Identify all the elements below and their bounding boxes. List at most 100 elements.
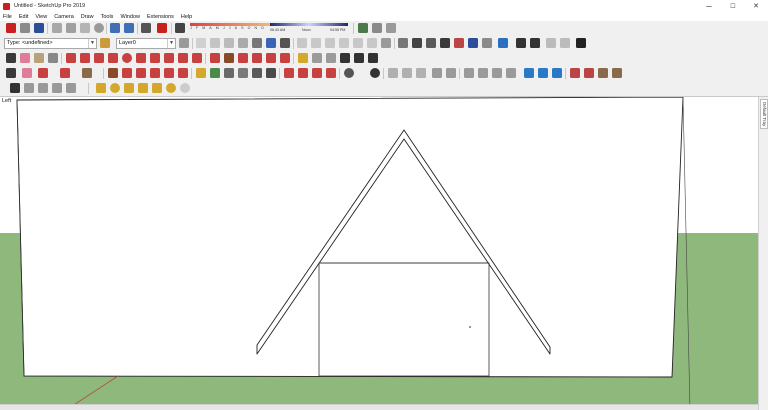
play-icon[interactable] xyxy=(516,38,526,48)
tape-measure-tool-icon[interactable] xyxy=(196,68,206,78)
outliner-icon[interactable] xyxy=(432,68,442,78)
left-view-icon[interactable] xyxy=(367,38,377,48)
arc-dropdown-icon[interactable] xyxy=(60,68,70,78)
position-camera-icon[interactable] xyxy=(426,38,436,48)
pie-tool-icon[interactable] xyxy=(192,53,202,63)
follow-me-tool-icon[interactable] xyxy=(164,68,174,78)
monochrome-icon[interactable] xyxy=(280,38,290,48)
move-icon[interactable] xyxy=(122,68,132,78)
layer-manager-icon[interactable] xyxy=(179,38,189,48)
three-point-arc-icon[interactable] xyxy=(178,53,188,63)
solid-subtract-icon[interactable] xyxy=(152,83,162,93)
hidden-line-icon[interactable] xyxy=(238,38,248,48)
extension-warehouse-icon[interactable] xyxy=(386,23,396,33)
axes-tool-icon[interactable] xyxy=(326,53,336,63)
undo-icon[interactable] xyxy=(110,23,120,33)
follow-me-icon[interactable] xyxy=(252,53,262,63)
scale-tool-icon[interactable] xyxy=(266,53,276,63)
profile-icon[interactable] xyxy=(344,68,354,78)
cut-icon[interactable] xyxy=(52,23,62,33)
cloud-icon[interactable] xyxy=(416,68,426,78)
next-scene-icon[interactable] xyxy=(560,38,570,48)
sandbox-icon[interactable] xyxy=(454,38,464,48)
warehouse-icon[interactable] xyxy=(358,23,368,33)
section-display-icon[interactable] xyxy=(552,68,562,78)
shaded-textures-icon[interactable] xyxy=(266,38,276,48)
layer-selector[interactable]: Layer0 ▼ xyxy=(116,38,176,49)
erase-icon[interactable] xyxy=(94,23,104,33)
smoove-icon[interactable] xyxy=(598,68,608,78)
shaded-icon[interactable] xyxy=(252,38,262,48)
layout-icon[interactable] xyxy=(498,38,508,48)
fog-icon[interactable] xyxy=(478,68,488,78)
freehand-tool-icon[interactable] xyxy=(80,53,90,63)
menu-edit[interactable]: Edit xyxy=(19,14,28,20)
match-photo-icon[interactable] xyxy=(398,38,408,48)
redo-icon[interactable] xyxy=(124,23,134,33)
shapes-dropdown-icon[interactable] xyxy=(82,68,92,78)
eraser-tool-icon[interactable] xyxy=(20,53,30,63)
walk-icon[interactable] xyxy=(440,38,450,48)
extension-manager-icon[interactable] xyxy=(326,68,336,78)
share-component-icon[interactable] xyxy=(312,68,322,78)
soften-edges-icon[interactable] xyxy=(492,68,502,78)
line-tool-icon[interactable] xyxy=(66,53,76,63)
back-view-icon[interactable] xyxy=(353,38,363,48)
dynamic-components-icon[interactable] xyxy=(66,83,76,93)
solid-union-icon[interactable] xyxy=(138,83,148,93)
styles-icon[interactable] xyxy=(464,68,474,78)
xray-icon[interactable] xyxy=(196,38,206,48)
warehouse-upload-icon[interactable] xyxy=(52,83,62,93)
3d-text-icon[interactable] xyxy=(368,53,378,63)
stamp-icon[interactable] xyxy=(612,68,622,78)
protractor-icon[interactable] xyxy=(312,53,322,63)
lock-icon[interactable] xyxy=(506,68,516,78)
modeling-viewport[interactable]: Left xyxy=(0,97,758,410)
tape-measure-icon[interactable] xyxy=(48,53,58,63)
iso-view-icon[interactable] xyxy=(297,38,307,48)
shadow-settings[interactable]: J F M A M J J A S O N D 06:43 AM Noon 04… xyxy=(190,23,348,34)
camera-icon[interactable] xyxy=(412,38,422,48)
two-point-arc-icon[interactable] xyxy=(164,53,174,63)
zoom-window-icon[interactable] xyxy=(252,68,262,78)
sandbox-from-scratch-icon[interactable] xyxy=(584,68,594,78)
prev-scene-icon[interactable] xyxy=(546,38,556,48)
drape-icon[interactable] xyxy=(10,83,20,93)
front-view-icon[interactable] xyxy=(325,38,335,48)
zoom-extents-icon[interactable] xyxy=(266,68,276,78)
push-pull-icon[interactable] xyxy=(224,53,234,63)
select-arrow-icon[interactable] xyxy=(6,68,16,78)
show-terrain-icon[interactable] xyxy=(124,83,134,93)
scene-tab-label[interactable]: Left xyxy=(2,98,11,104)
menu-view[interactable]: View xyxy=(35,14,47,20)
dimensions-icon[interactable] xyxy=(482,38,492,48)
menu-file[interactable]: File xyxy=(3,14,12,20)
orbit-icon[interactable] xyxy=(210,68,220,78)
pencil-icon[interactable] xyxy=(38,68,48,78)
menu-window[interactable]: Window xyxy=(120,14,140,20)
arc-tool-icon[interactable] xyxy=(150,53,160,63)
paste-icon[interactable] xyxy=(80,23,90,33)
getting-started-icon[interactable] xyxy=(6,23,16,33)
add-detail-icon[interactable] xyxy=(24,83,34,93)
menu-draw[interactable]: Draw xyxy=(81,14,94,20)
time-slider[interactable] xyxy=(270,23,348,26)
minimize-button[interactable]: ─ xyxy=(697,0,721,12)
push-pull-tool-icon[interactable] xyxy=(108,68,118,78)
rotated-rectangle-icon[interactable] xyxy=(108,53,118,63)
menu-tools[interactable]: Tools xyxy=(101,14,114,20)
add-location-icon[interactable] xyxy=(110,83,120,93)
offset-icon[interactable] xyxy=(178,68,188,78)
tape-tool-icon[interactable] xyxy=(298,53,308,63)
rotate-tool-icon[interactable] xyxy=(238,53,248,63)
entity-info-icon[interactable] xyxy=(100,38,110,48)
copy-icon[interactable] xyxy=(66,23,76,33)
section-cut-icon[interactable] xyxy=(524,68,534,78)
menu-help[interactable]: Help xyxy=(181,14,192,20)
group-icon[interactable] xyxy=(402,68,412,78)
polygon-tool-icon[interactable] xyxy=(136,53,146,63)
stop-icon[interactable] xyxy=(530,38,540,48)
section-plane-icon[interactable] xyxy=(381,38,391,48)
solid-split-icon[interactable] xyxy=(180,83,190,93)
pan-icon[interactable] xyxy=(224,68,234,78)
